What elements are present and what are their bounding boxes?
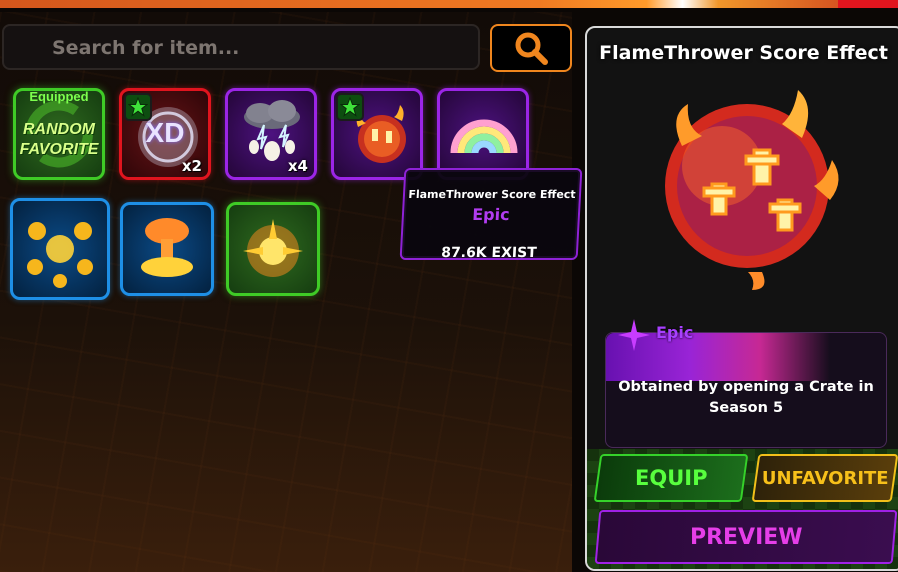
- inventory-slot-rainbow-effect[interactable]: [437, 88, 529, 180]
- star-icon: [340, 97, 360, 117]
- equip-button-label: EQUIP: [634, 466, 708, 490]
- star-icon: [128, 97, 148, 117]
- fire-burst-icon: [243, 219, 303, 277]
- favorite-badge: [336, 93, 364, 121]
- tooltip-exist-count: 87.6K EXIST: [440, 245, 538, 261]
- inventory-slot-xd-effect[interactable]: XD x2: [119, 88, 211, 180]
- search-icon: [515, 32, 548, 65]
- coin-burst-icon: [27, 222, 93, 288]
- sparkle-icon: [618, 319, 650, 351]
- inventory-slot-coin-burst[interactable]: [10, 198, 110, 300]
- detail-item-title: FlameThrower Score Effect: [599, 42, 888, 64]
- inventory-slot-flamethrower-score-effect[interactable]: [331, 88, 423, 180]
- xd-label: XD: [145, 117, 185, 148]
- inventory-slot-storm-eggs[interactable]: x4: [225, 88, 317, 180]
- search-box[interactable]: [2, 24, 480, 70]
- rarity-label: Epic: [656, 323, 694, 342]
- inventory-panel: Equipped RANDOM FAVORITE XD x2 x4: [0, 12, 583, 572]
- favorite-badge: [124, 93, 152, 121]
- favorite-label: FAVORITE: [19, 141, 99, 158]
- preview-button-label: PREVIEW: [689, 524, 803, 550]
- equipped-label: Equipped: [29, 89, 89, 104]
- inventory-slot-random-favorite[interactable]: Equipped RANDOM FAVORITE: [13, 88, 105, 180]
- random-label: RANDOM: [23, 121, 95, 138]
- unfavorite-button-label: UNFAVORITE: [761, 467, 889, 489]
- tooltip-item-name: FlameThrower Score Effect: [408, 188, 576, 201]
- rarity-card: Epic Obtained by opening a Crate in Seas…: [605, 319, 887, 448]
- inventory-slot-fire-burst[interactable]: [226, 202, 320, 296]
- equip-button[interactable]: EQUIP: [593, 454, 749, 502]
- search-input[interactable]: [50, 34, 454, 62]
- preview-button[interactable]: PREVIEW: [594, 510, 898, 564]
- rainbow-icon: [450, 119, 518, 154]
- quantity-badge: x2: [181, 157, 202, 175]
- item-tooltip: FlameThrower Score Effect Epic 87.6K EXI…: [399, 168, 583, 261]
- mushroom-cloud-icon: [141, 218, 193, 277]
- inventory-slot-mushroom-explosion[interactable]: [120, 202, 214, 296]
- unfavorite-button[interactable]: UNFAVORITE: [751, 454, 898, 502]
- item-description: Obtained by opening a Crate in Season 5: [618, 379, 874, 416]
- search-button[interactable]: [490, 24, 572, 72]
- tooltip-rarity: Epic: [471, 205, 511, 224]
- quantity-badge: x4: [287, 157, 308, 175]
- fire-ball-preview-icon: [665, 90, 839, 290]
- item-detail-panel: FlameThrower Score Effect Epic Obtained …: [585, 26, 898, 571]
- top-progress-bar: [0, 0, 898, 8]
- top-red-tab: [838, 0, 898, 8]
